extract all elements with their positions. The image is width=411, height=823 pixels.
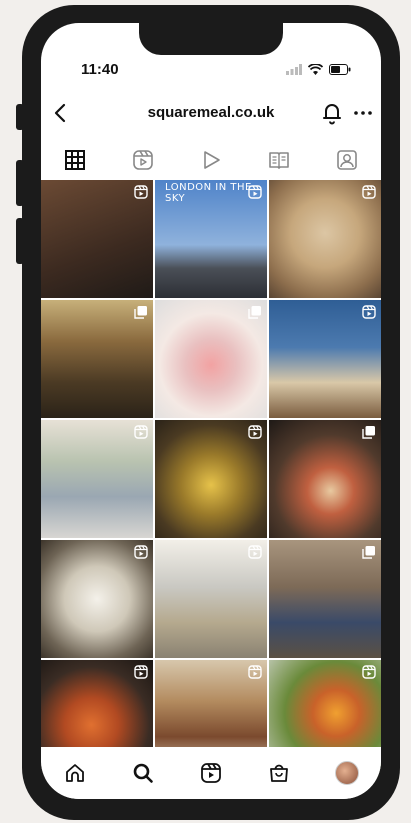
home-icon	[66, 764, 84, 782]
post-thumbnail[interactable]	[155, 300, 267, 418]
reel-indicator-icon	[134, 425, 148, 439]
play-icon	[204, 151, 220, 169]
reel-indicator-icon	[248, 545, 262, 559]
tab-guides[interactable]	[265, 147, 293, 173]
phone-screen: 11:40 squaremeal.co.uk LONDON IN THE SKY	[41, 23, 381, 799]
post-thumbnail[interactable]	[269, 180, 381, 298]
phone-frame: 11:40 squaremeal.co.uk LONDON IN THE SKY	[22, 5, 400, 820]
notification-bell-icon[interactable]	[321, 101, 343, 125]
profile-header: squaremeal.co.uk	[41, 99, 381, 129]
nav-profile[interactable]	[333, 759, 361, 787]
reel-indicator-icon	[134, 665, 148, 679]
tab-reels[interactable]	[129, 147, 157, 173]
status-bar: 11:40	[41, 61, 381, 83]
more-options-icon[interactable]	[351, 101, 375, 125]
post-thumbnail[interactable]	[41, 420, 153, 538]
post-thumbnail[interactable]	[41, 540, 153, 658]
post-thumbnail[interactable]	[41, 300, 153, 418]
search-icon	[133, 763, 153, 783]
status-icons	[286, 64, 351, 75]
reel-indicator-icon	[362, 305, 376, 319]
carousel-indicator-icon	[362, 426, 375, 439]
tab-grid[interactable]	[61, 147, 89, 173]
tab-tagged[interactable]	[333, 147, 361, 173]
reel-indicator-icon	[248, 185, 262, 199]
phone-notch	[139, 23, 283, 55]
post-thumbnail[interactable]	[269, 540, 381, 658]
post-thumbnail[interactable]	[269, 300, 381, 418]
reels-icon	[133, 150, 153, 170]
shopping-bag-icon	[270, 764, 288, 782]
post-thumbnail[interactable]	[41, 180, 153, 298]
post-thumbnail[interactable]	[155, 540, 267, 658]
tab-videos[interactable]	[197, 147, 225, 173]
profile-avatar	[335, 761, 359, 785]
reel-indicator-icon	[248, 665, 262, 679]
wifi-icon	[308, 64, 323, 75]
nav-home[interactable]	[61, 759, 89, 787]
reel-indicator-icon	[248, 425, 262, 439]
carousel-indicator-icon	[134, 306, 147, 319]
post-thumbnail[interactable]	[155, 420, 267, 538]
post-thumbnail[interactable]	[269, 420, 381, 538]
status-time: 11:40	[81, 61, 119, 78]
reel-indicator-icon	[362, 185, 376, 199]
battery-icon	[329, 64, 351, 75]
posts-grid: LONDON IN THE SKY	[41, 180, 381, 778]
signal-icon	[286, 64, 302, 75]
nav-search[interactable]	[129, 759, 157, 787]
profile-content-tabs	[41, 147, 381, 173]
bottom-navigation	[41, 747, 381, 799]
guides-icon	[269, 152, 289, 169]
reel-indicator-icon	[134, 545, 148, 559]
carousel-indicator-icon	[248, 306, 261, 319]
nav-reels[interactable]	[197, 759, 225, 787]
nav-shop[interactable]	[265, 759, 293, 787]
reel-indicator-icon	[134, 185, 148, 199]
carousel-indicator-icon	[362, 546, 375, 559]
post-thumbnail[interactable]: LONDON IN THE SKY	[155, 180, 267, 298]
tagged-icon	[337, 150, 357, 170]
reels-icon	[201, 763, 221, 783]
reel-indicator-icon	[362, 665, 376, 679]
grid-icon	[65, 150, 85, 170]
